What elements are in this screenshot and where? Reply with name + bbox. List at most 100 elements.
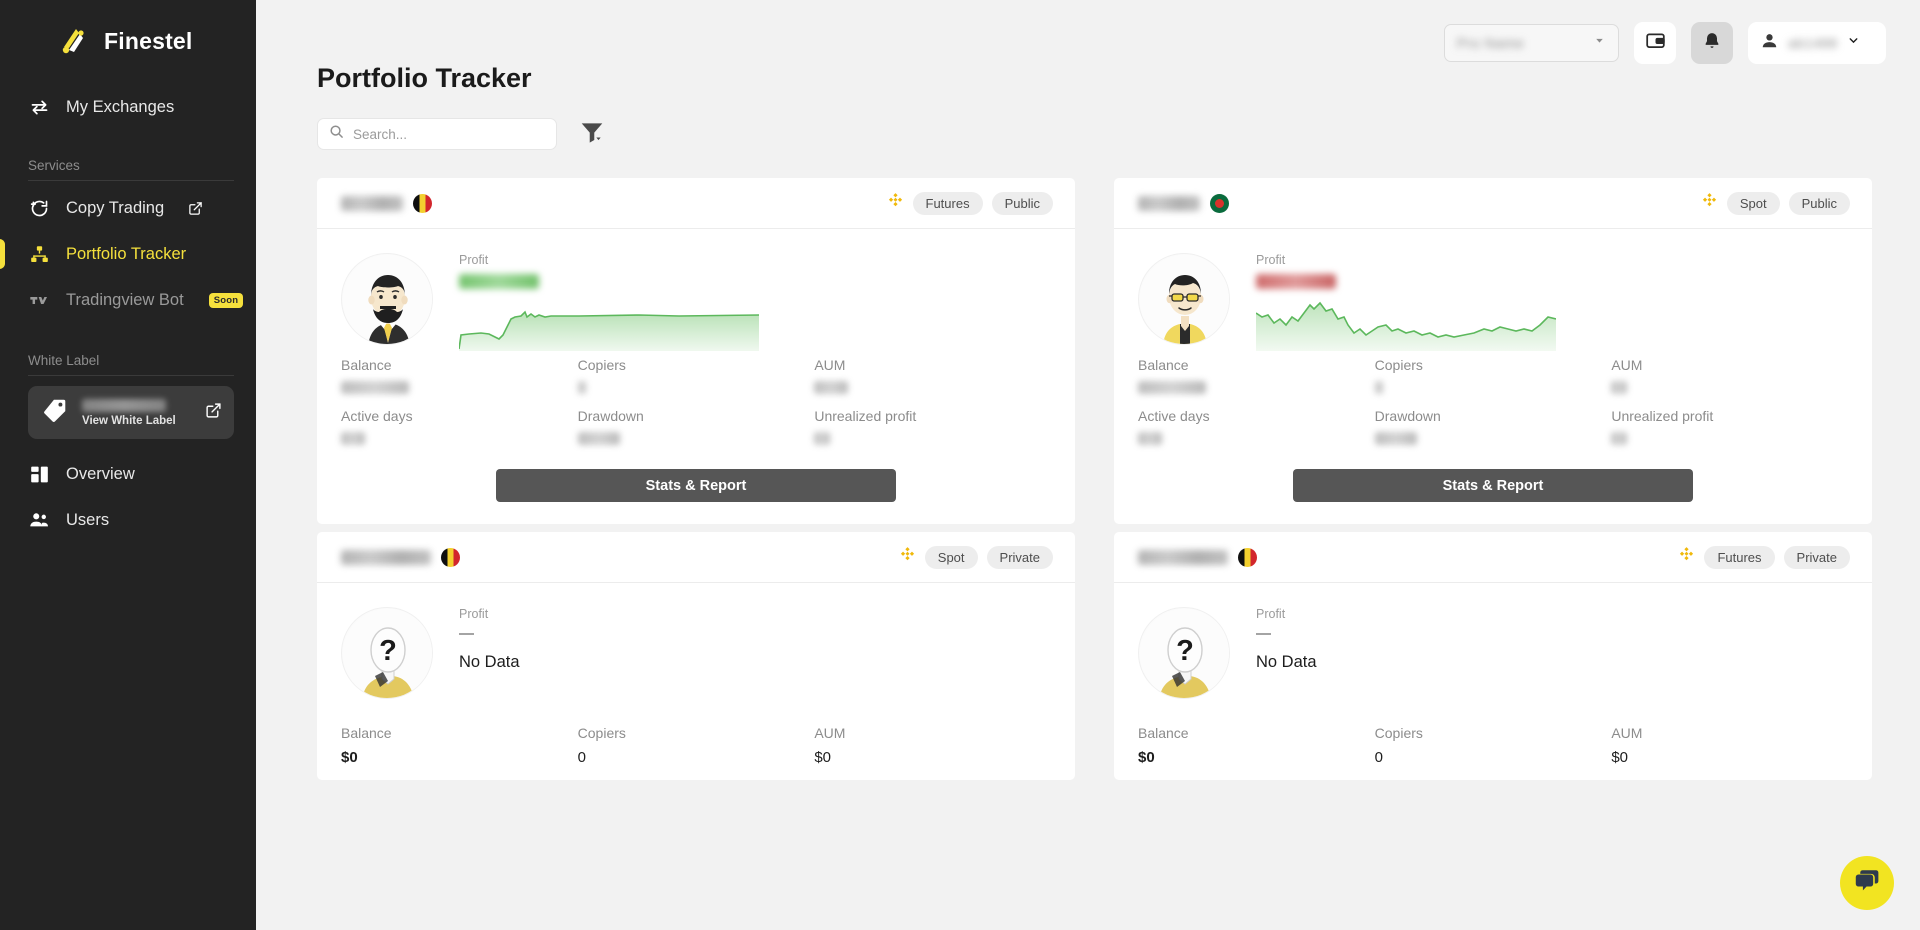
portfolio-card[interactable]: Spot Public Profit Balance Copiers AUM A… xyxy=(1114,178,1872,524)
main-content: Pro Name ab1488 Portfolio Tracker Search… xyxy=(256,0,1920,930)
stat-row: Active days Drawdown Unrealized profit xyxy=(1138,408,1848,445)
card-header: Spot Private xyxy=(317,532,1075,583)
profit-label: Profit xyxy=(459,607,489,621)
chat-support-button[interactable] xyxy=(1840,856,1894,910)
sidebar-item-portfolio-tracker[interactable]: Portfolio Tracker xyxy=(0,231,256,277)
card-stats: Balance $0 Copiers 0 AUM $0 xyxy=(1114,699,1872,766)
flag-belgium-icon xyxy=(413,193,432,213)
bell-icon xyxy=(1702,31,1722,56)
stat-copiers: Copiers xyxy=(1374,357,1612,394)
stat-label: Copiers xyxy=(1374,357,1423,373)
stat-drawdown: Drawdown xyxy=(577,408,815,445)
stat-row: Active days Drawdown Unrealized profit xyxy=(341,408,1051,445)
notifications-button[interactable] xyxy=(1691,22,1733,64)
stat-value-blurred xyxy=(814,381,849,394)
profit-chart-area: Profit — No Data xyxy=(459,607,1051,699)
sidebar-item-overview[interactable]: Overview xyxy=(0,451,256,497)
stat-value-blurred xyxy=(341,381,409,394)
svg-text:?: ? xyxy=(379,635,397,667)
stat-value-blurred xyxy=(814,432,831,445)
account-select[interactable]: Pro Name xyxy=(1444,24,1619,62)
sidebar-item-label: Portfolio Tracker xyxy=(66,244,187,263)
unknown-person-avatar: ? xyxy=(341,607,433,699)
stats-and-report-button[interactable]: Stats & Report xyxy=(496,469,896,502)
stat-copiers: Copiers 0 xyxy=(578,725,815,766)
sidebar-item-copy-trading[interactable]: Copy Trading xyxy=(0,185,256,231)
visibility-badge: Public xyxy=(1788,191,1850,215)
card-body: Profit xyxy=(317,229,1075,351)
white-label-card[interactable]: View White Label xyxy=(28,386,234,439)
binance-icon xyxy=(899,546,916,568)
flag-belgium-icon xyxy=(441,547,460,567)
market-type-badge: Spot xyxy=(1726,191,1780,215)
profit-value-blurred xyxy=(459,274,539,289)
stat-label: Balance xyxy=(1138,725,1189,741)
external-link-icon[interactable] xyxy=(205,402,222,424)
stat-value-blurred xyxy=(1611,432,1628,445)
stat-row: Balance Copiers AUM xyxy=(1138,357,1848,394)
card-stats: Balance Copiers AUM Active days Drawdown… xyxy=(1114,345,1872,445)
stat-value: 0 xyxy=(1374,749,1383,766)
stats-and-report-button[interactable]: Stats & Report xyxy=(1293,469,1693,502)
external-link-icon[interactable] xyxy=(188,201,203,216)
binance-icon xyxy=(1701,192,1718,214)
tag-icon xyxy=(42,397,68,428)
brand-name: Finestel xyxy=(104,27,193,54)
flag-bangladesh-icon xyxy=(1210,193,1229,213)
soon-badge: Soon xyxy=(208,292,244,308)
stat-value-blurred xyxy=(577,381,586,394)
profit-sparkline xyxy=(1256,301,1556,351)
card-stats: Balance Copiers AUM Active days Drawdown… xyxy=(317,345,1075,445)
page-title: Portfolio Tracker xyxy=(317,63,532,93)
card-body: ? Profit — No Data xyxy=(1114,583,1872,699)
sidebar-item-label: Users xyxy=(66,510,110,529)
binance-icon xyxy=(1678,546,1695,568)
stat-row: Balance Copiers AUM xyxy=(341,357,1051,394)
market-type-badge: Futures xyxy=(1704,545,1775,569)
sidebar-item-tradingview-bot[interactable]: Tradingview Bot Soon xyxy=(0,277,256,323)
search-box[interactable] xyxy=(317,118,557,150)
sidebar-item-my-exchanges[interactable]: My Exchanges xyxy=(0,84,256,130)
stat-drawdown: Drawdown xyxy=(1374,408,1612,445)
portfolio-tracker-icon xyxy=(28,243,50,265)
portfolio-card[interactable]: Futures Private ? Profit — No Data Balan… xyxy=(1114,532,1872,780)
stat-value-blurred xyxy=(1138,432,1162,445)
card-nickname-blurred xyxy=(341,195,403,211)
card-nickname-blurred xyxy=(1138,195,1200,211)
app-root: Finestel My Exchanges Services Copy Trad… xyxy=(0,0,1920,930)
stat-value: $0 xyxy=(814,749,832,766)
card-body: ? Profit — No Data xyxy=(317,583,1075,699)
wallet-button[interactable] xyxy=(1634,22,1676,64)
user-menu[interactable]: ab1488 xyxy=(1748,22,1886,64)
portfolio-card[interactable]: Futures Public Profit Balance Copiers AU… xyxy=(317,178,1075,524)
stat-label: AUM xyxy=(814,357,846,373)
account-select-value: Pro Name xyxy=(1457,35,1525,51)
search-input[interactable] xyxy=(353,126,545,142)
stat-label: Drawdown xyxy=(1374,408,1441,424)
visibility-badge: Private xyxy=(1783,545,1850,569)
filter-icon xyxy=(579,119,605,150)
visibility-badge: Public xyxy=(991,191,1053,215)
card-header: Spot Public xyxy=(1114,178,1872,229)
profit-sparkline xyxy=(459,310,759,351)
person-icon xyxy=(1760,31,1779,55)
copy-trading-icon xyxy=(28,197,50,219)
search-row xyxy=(317,118,605,150)
filter-button[interactable] xyxy=(579,119,605,150)
stat-active-days: Active days xyxy=(1138,408,1375,445)
card-body: Profit xyxy=(1114,229,1872,351)
stat-label: Unrealized profit xyxy=(1611,408,1714,424)
stat-label: Balance xyxy=(1138,357,1189,373)
stat-value-blurred xyxy=(1138,381,1206,394)
binance-icon xyxy=(887,192,904,214)
white-label-name-blurred xyxy=(82,398,166,412)
brand[interactable]: Finestel xyxy=(0,0,256,58)
visibility-badge: Private xyxy=(986,545,1053,569)
svg-text:?: ? xyxy=(1176,635,1194,667)
unknown-person-avatar: ? xyxy=(1138,607,1230,699)
stat-active-days: Active days xyxy=(341,408,578,445)
profit-empty-dash: — xyxy=(1256,625,1271,642)
sidebar-item-users[interactable]: Users xyxy=(0,497,256,543)
portfolio-card[interactable]: Spot Private ? Profit — No Data Balance … xyxy=(317,532,1075,780)
profit-value-blurred xyxy=(1256,274,1336,289)
